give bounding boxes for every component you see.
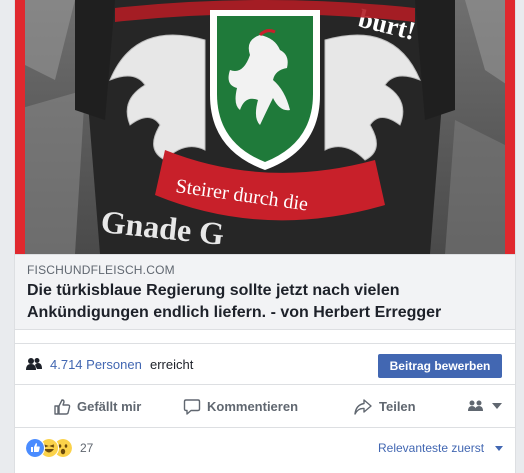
thumbs-up-icon <box>54 398 71 415</box>
reach-bar: 4.714 Personen erreicht Beitrag bewerben <box>15 343 515 385</box>
post-card: burt! Steirer durch die Gnade G FISCHUND… <box>14 0 516 473</box>
share-arrow-icon <box>354 398 372 415</box>
comment-sort-dropdown[interactable]: Relevanteste zuerst <box>378 441 484 455</box>
comment-icon <box>183 398 201 415</box>
shirt-graphic: burt! Steirer durch die Gnade G <box>75 0 455 254</box>
reach-count-link[interactable]: 4.714 Personen <box>50 357 142 372</box>
audience-selector[interactable] <box>467 399 502 413</box>
reaction-icons[interactable] <box>25 438 85 458</box>
link-preview-image[interactable]: burt! Steirer durch die Gnade G <box>15 0 515 254</box>
like-reaction-icon <box>25 438 45 458</box>
like-button[interactable]: Gefällt mir <box>53 386 141 427</box>
comment-label: Kommentieren <box>207 399 299 414</box>
reach-suffix: erreicht <box>150 357 194 372</box>
people-icon <box>26 358 42 370</box>
link-headline[interactable]: Die türkisblaue Regierung sollte jetzt n… <box>27 280 497 324</box>
image-red-frame-right <box>505 0 515 254</box>
link-caption[interactable]: FISCHUNDFLEISCH.COM Die türkisblaue Regi… <box>15 254 515 330</box>
reaction-count[interactable]: 27 <box>80 441 93 455</box>
reactions-bar: 27 Relevanteste zuerst <box>15 429 515 469</box>
share-button[interactable]: Teilen <box>353 386 416 427</box>
image-red-frame-left <box>15 0 25 254</box>
sort-caret-icon[interactable] <box>495 446 503 452</box>
share-label: Teilen <box>379 399 416 414</box>
audience-selector-icon <box>468 400 483 411</box>
comment-button[interactable]: Kommentieren <box>183 386 298 427</box>
action-bar: Gefällt mir Kommentieren Teilen <box>15 386 515 428</box>
link-domain: FISCHUNDFLEISCH.COM <box>27 263 175 277</box>
chevron-down-icon <box>492 403 502 409</box>
boost-post-button[interactable]: Beitrag bewerben <box>378 354 502 378</box>
like-label: Gefällt mir <box>77 399 142 414</box>
